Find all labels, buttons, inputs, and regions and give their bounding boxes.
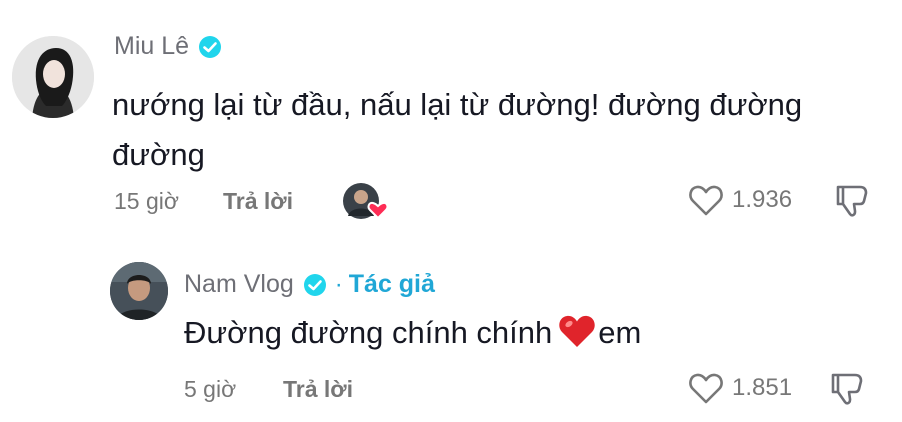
comment-text-after: em: [598, 315, 642, 350]
comment-text-line: nướng lại từ đầu, nấu lại từ đường! đườn…: [112, 87, 803, 122]
reply-button[interactable]: Trả lời: [223, 188, 293, 215]
comment-text-line: đường: [112, 137, 205, 172]
dislike-icon[interactable]: [829, 371, 869, 407]
like-count: 1.851: [732, 374, 793, 401]
author-tag: Tác giả: [348, 270, 435, 298]
comment-time: 15 giờ: [114, 188, 179, 214]
like-button[interactable]: 1.936: [688, 184, 792, 216]
comment-author[interactable]: Nam Vlog · Tác giả: [184, 270, 435, 299]
comment-text-before: Đường đường chính chính: [184, 315, 553, 350]
like-count: 1.936: [732, 186, 793, 213]
author-name[interactable]: Miu Lê: [114, 32, 189, 61]
comment-time: 5 giờ: [184, 376, 237, 402]
author-name[interactable]: Nam Vlog: [184, 270, 294, 299]
avatar-nam-vlog[interactable]: [110, 262, 168, 320]
like-button[interactable]: 1.851: [688, 372, 792, 404]
heart-emoji: [558, 313, 596, 349]
comment-author[interactable]: Miu Lê: [114, 32, 222, 61]
avatar-miu-le[interactable]: [12, 36, 94, 118]
dislike-icon[interactable]: [834, 183, 874, 219]
verified-icon: [198, 35, 222, 59]
heart-outline-icon: [688, 372, 724, 404]
reply-button[interactable]: Trả lời: [283, 376, 353, 403]
comment-text: Đường đường chính chính em: [184, 308, 641, 358]
liked-by-creator-badge: [342, 182, 389, 220]
comment-text: nướng lại từ đầu, nấu lại từ đường! đườn…: [112, 80, 872, 180]
separator: ·: [334, 270, 343, 298]
heart-outline-icon: [688, 184, 724, 216]
verified-icon: [303, 273, 327, 297]
